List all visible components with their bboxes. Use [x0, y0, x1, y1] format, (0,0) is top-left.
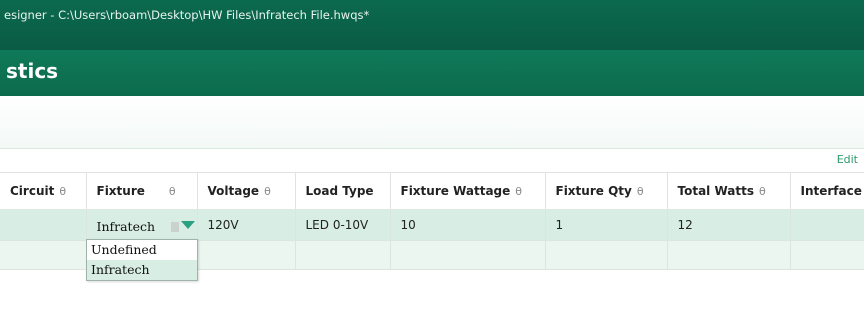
empty-cell[interactable] [294, 240, 390, 270]
fixture-select-caret-shade [170, 221, 179, 232]
column-header-label: Voltage [207, 184, 260, 198]
empty-cell[interactable] [0, 240, 86, 270]
column-header-label: Fixture Qty [555, 184, 632, 198]
column-header-total-watts[interactable]: Total Watts θ [666, 172, 790, 210]
sort-icon[interactable]: θ [515, 185, 522, 198]
dropdown-option-infratech[interactable]: Infratech [87, 260, 197, 280]
cell-fixture-qty[interactable]: 1 [544, 209, 667, 241]
column-header-label: Total Watts [677, 184, 754, 198]
column-header-label: Circuit [10, 184, 55, 198]
sort-icon[interactable]: θ [264, 185, 271, 198]
cell-circuit[interactable] [0, 209, 86, 241]
sort-icon[interactable]: θ [759, 185, 766, 198]
cell-interface[interactable] [789, 209, 864, 241]
empty-cell[interactable] [544, 240, 667, 270]
sort-icon[interactable]: θ [59, 185, 66, 198]
chevron-down-icon[interactable] [180, 220, 195, 229]
edit-link[interactable]: Edit [837, 153, 858, 166]
title-bar: esigner - C:\Users\rboam\Desktop\HW File… [0, 0, 864, 50]
cell-load-type[interactable]: LED 0-10V [294, 209, 390, 241]
cell-fixture-wattage[interactable]: 10 [389, 209, 545, 241]
page-heading: stics [6, 59, 59, 83]
fixture-select-value: Infratech [96, 218, 156, 234]
toolbar-strip [0, 96, 864, 149]
cell-total-watts[interactable]: 12 [666, 209, 790, 241]
fixture-select[interactable]: Infratech [97, 216, 198, 236]
empty-cell[interactable] [789, 240, 864, 270]
sort-icon[interactable]: θ [637, 185, 644, 198]
cell-fixture[interactable]: Infratech [85, 209, 198, 241]
column-header-interface[interactable]: Interface [789, 172, 864, 210]
column-header-label: Load Type [305, 184, 374, 198]
column-header-label: Interface [800, 184, 862, 198]
sort-icon[interactable]: θ [169, 185, 176, 198]
column-header-circuit[interactable]: Circuit θ [0, 172, 86, 210]
window-title: esigner - C:\Users\rboam\Desktop\HW File… [4, 8, 370, 22]
dropdown-option-undefined[interactable]: Undefined [87, 240, 197, 260]
table-row[interactable]: Infratech 120V LED 0-10V 10 1 12 [0, 209, 864, 241]
column-header-fixture-wattage[interactable]: Fixture Wattage θ [389, 172, 545, 210]
column-header-fixture[interactable]: Fixture θ [85, 172, 197, 210]
table-header-row: Circuit θ Fixture θ Voltage θ Load Type Fix… [0, 172, 864, 210]
column-header-label: Fixture Wattage [400, 184, 511, 198]
fixture-dropdown-list: Undefined Infratech [86, 239, 198, 281]
column-header-load-type[interactable]: Load Type [294, 172, 390, 210]
cell-voltage[interactable]: 120V [196, 209, 295, 241]
column-header-label: Fixture [96, 184, 145, 198]
empty-cell[interactable] [389, 240, 545, 270]
column-header-fixture-qty[interactable]: Fixture Qty θ [544, 172, 667, 210]
header-bar: stics [0, 50, 864, 96]
column-header-voltage[interactable]: Voltage θ [196, 172, 295, 210]
empty-cell[interactable] [196, 240, 295, 270]
empty-cell[interactable] [666, 240, 790, 270]
